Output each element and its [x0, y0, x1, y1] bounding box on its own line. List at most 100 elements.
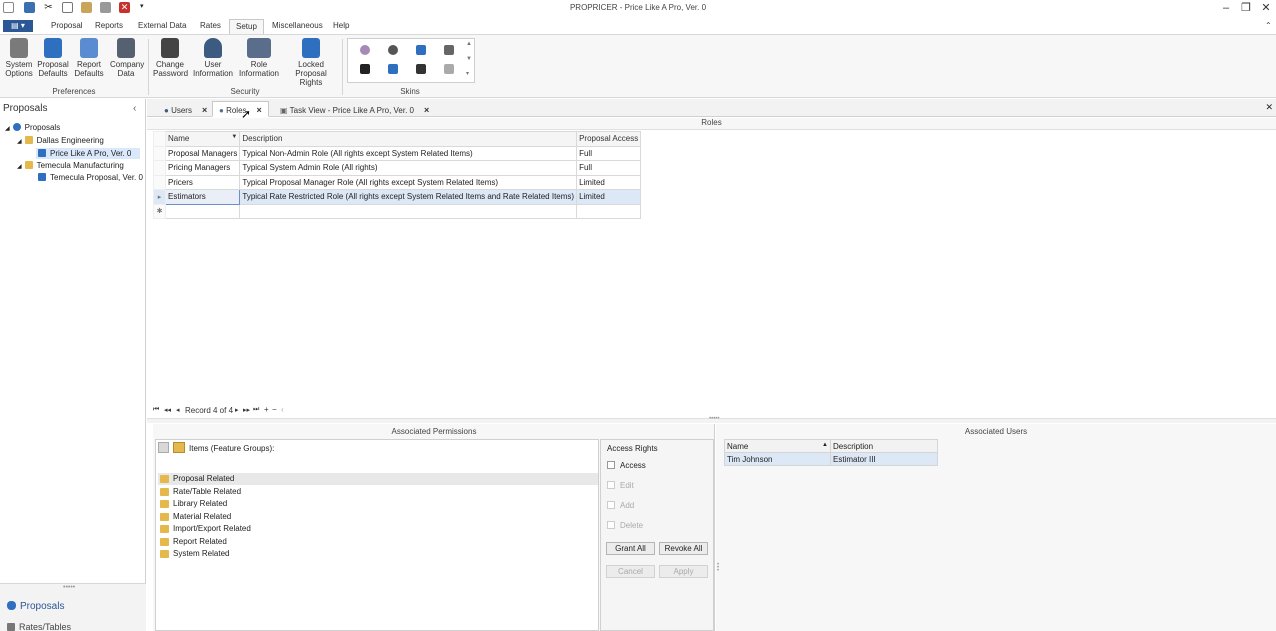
next-page-icon[interactable]: ▸▸ — [243, 406, 250, 414]
tree-node-temecula[interactable]: ◢ Temecula Manufacturing — [17, 161, 124, 170]
roles-grid[interactable]: Name ▼ Description Proposal Access Propos… — [153, 131, 642, 219]
feature-groups-list[interactable]: Items (Feature Groups): Proposal Related… — [155, 439, 599, 631]
skin-option-icon[interactable] — [360, 45, 370, 55]
tree-node-price-like-a-pro[interactable]: Price Like A Pro, Ver. 0 — [36, 148, 140, 159]
cell-name[interactable]: Proposal Managers — [164, 145, 241, 161]
access-checkbox[interactable]: Access — [607, 461, 646, 470]
locked-proposal-rights-button[interactable]: Locked Proposal Rights — [284, 38, 338, 87]
collapse-all-icon[interactable] — [158, 442, 169, 453]
skin-option-icon[interactable] — [444, 45, 454, 55]
column-header-description[interactable]: Description — [830, 439, 938, 453]
cell-description[interactable]: Typical Rate Restricted Role (All rights… — [239, 189, 578, 205]
tree-node-root[interactable]: ◢ Proposals — [5, 123, 60, 132]
cell-name[interactable]: Tim Johnson — [724, 452, 831, 466]
table-row[interactable]: Tim Johnson Estimator III — [724, 452, 938, 466]
new-row[interactable]: ✱ — [153, 203, 642, 219]
add-checkbox[interactable]: Add — [607, 501, 634, 510]
delete-record-icon[interactable]: − — [272, 405, 277, 414]
table-row[interactable]: Pricers Typical Proposal Manager Role (A… — [153, 174, 642, 190]
cell-name[interactable] — [164, 203, 241, 219]
skin-option-icon[interactable] — [388, 45, 398, 55]
close-tab-icon[interactable]: × — [424, 105, 429, 115]
associated-users-grid[interactable]: Name ▲ Description Tim Johnson Estimator … — [724, 439, 938, 466]
user-information-button[interactable]: User Information — [192, 38, 234, 78]
company-data-button[interactable]: Company Data — [110, 38, 144, 78]
first-record-icon[interactable]: ⏮ — [153, 406, 159, 414]
cell-name[interactable]: Pricers — [164, 174, 241, 190]
prev-record-icon[interactable]: ◂ — [176, 406, 180, 414]
cell-access[interactable]: Full — [576, 145, 642, 161]
cell-name[interactable]: Estimators — [164, 189, 241, 205]
list-item[interactable]: Import/Export Related — [158, 523, 598, 535]
column-header-description[interactable]: Description — [239, 131, 578, 147]
cell-access[interactable]: Limited — [576, 189, 642, 205]
delete-checkbox[interactable]: Delete — [607, 521, 643, 530]
restore-icon[interactable]: ❐ — [1236, 1, 1256, 15]
collapse-ribbon-icon[interactable]: ⌃ — [1265, 21, 1272, 30]
column-header-name[interactable]: Name ▲ — [724, 439, 831, 453]
splitter-grip[interactable]: ••••• — [63, 584, 75, 591]
cell-description[interactable]: Typical System Admin Role (All rights) — [239, 160, 578, 176]
cell-access[interactable]: Limited — [576, 174, 642, 190]
menu-reports[interactable]: Reports — [95, 21, 123, 30]
skin-option-icon[interactable] — [388, 64, 398, 74]
horizontal-splitter[interactable]: ••••• — [147, 416, 1276, 423]
skin-option-icon[interactable] — [360, 64, 370, 74]
change-password-button[interactable]: Change Password — [153, 38, 188, 78]
add-record-icon[interactable]: + — [264, 405, 269, 414]
last-record-icon[interactable]: ⏭ — [253, 406, 259, 414]
skin-option-icon[interactable] — [416, 64, 426, 74]
nav-rates-tables[interactable]: Rates/Tables — [7, 622, 71, 631]
nav-proposals[interactable]: Proposals — [7, 601, 64, 612]
list-item[interactable]: Proposal Related — [158, 473, 598, 485]
menu-miscellaneous[interactable]: Miscellaneous — [272, 21, 323, 30]
role-information-button[interactable]: Role Information — [238, 38, 280, 78]
vertical-splitter-grip[interactable]: • • • — [717, 562, 719, 574]
skin-option-icon[interactable] — [416, 45, 426, 55]
menu-rates[interactable]: Rates — [200, 21, 221, 30]
gallery-expand-icon[interactable]: ▾ — [466, 70, 469, 77]
tree-node-dallas[interactable]: ◢ Dallas Engineering — [17, 136, 104, 145]
open-folder-icon[interactable] — [173, 442, 185, 453]
cell-description[interactable]: Typical Proposal Manager Role (All right… — [239, 174, 578, 190]
cancel-button[interactable]: Cancel — [606, 565, 655, 578]
tab-task-view[interactable]: ▣ Task View - Price Like A Pro, Ver. 0 × — [273, 101, 436, 117]
next-record-icon[interactable]: ▸ — [235, 406, 239, 414]
cancel-edit-icon[interactable]: ‹ — [281, 405, 284, 414]
close-tab-icon[interactable]: × — [257, 105, 262, 115]
tree-node-temecula-proposal[interactable]: Temecula Proposal, Ver. 0 — [38, 173, 143, 182]
gallery-scroll-up-icon[interactable]: ▲ — [466, 41, 472, 47]
revoke-all-button[interactable]: Revoke All — [659, 542, 708, 555]
close-tab-icon[interactable]: × — [202, 105, 207, 115]
menu-external-data[interactable]: External Data — [138, 21, 186, 30]
report-defaults-button[interactable]: Report Defaults — [73, 38, 105, 78]
cell-description[interactable]: Estimator III — [830, 452, 938, 466]
cell-access[interactable]: Full — [576, 160, 642, 176]
list-item[interactable]: Rate/Table Related — [158, 486, 598, 498]
app-menu-button[interactable]: ▤ ▾ — [3, 20, 33, 32]
cell-description[interactable]: Typical Non-Admin Role (All rights excep… — [239, 145, 578, 161]
skin-option-icon[interactable] — [444, 64, 454, 74]
prev-page-icon[interactable]: ◂◂ — [164, 406, 171, 414]
gallery-scroll-down-icon[interactable]: ▼ — [466, 56, 472, 62]
skins-gallery[interactable]: ▲ ▼ ▾ — [347, 38, 475, 83]
minimize-icon[interactable]: – — [1216, 1, 1236, 15]
tab-users[interactable]: ● Users × — [157, 101, 214, 117]
table-row[interactable]: ▸ Estimators Typical Rate Restricted Rol… — [153, 189, 642, 205]
table-row[interactable]: Proposal Managers Typical Non-Admin Role… — [153, 145, 642, 161]
column-header-proposal-access[interactable]: Proposal Access — [576, 131, 642, 147]
proposal-defaults-button[interactable]: Proposal Defaults — [37, 38, 69, 78]
list-item[interactable]: System Related — [158, 548, 598, 560]
filter-dropdown-icon[interactable]: ▼ — [231, 134, 237, 140]
list-item[interactable]: Report Related — [158, 536, 598, 548]
table-row[interactable]: Pricing Managers Typical System Admin Ro… — [153, 160, 642, 176]
close-icon[interactable]: ✕ — [1256, 1, 1276, 15]
list-item[interactable]: Library Related — [158, 498, 598, 510]
close-all-icon[interactable]: ✕ — [1265, 102, 1273, 113]
collapse-panel-icon[interactable]: ‹ — [133, 103, 136, 114]
apply-button[interactable]: Apply — [659, 565, 708, 578]
menu-setup[interactable]: Setup — [229, 19, 264, 34]
cell-name[interactable]: Pricing Managers — [164, 160, 241, 176]
menu-proposal[interactable]: Proposal — [51, 21, 83, 30]
menu-help[interactable]: Help — [333, 21, 349, 30]
